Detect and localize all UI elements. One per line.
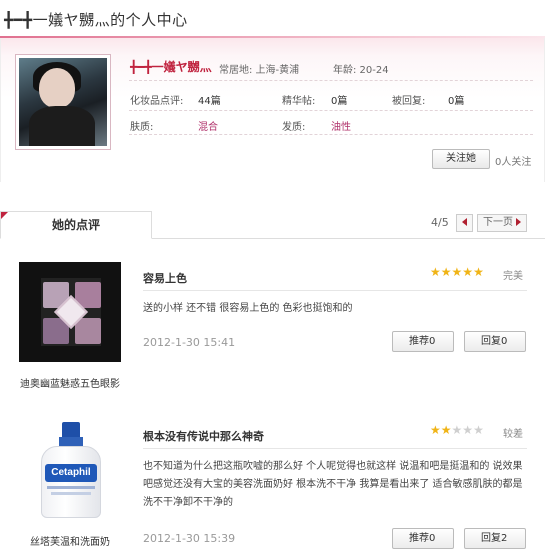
reply-button[interactable]: 回复2 xyxy=(464,528,526,549)
stat-featured-value: 0篇 xyxy=(331,96,348,107)
divider xyxy=(129,134,533,135)
star-icon: ★ xyxy=(440,265,452,279)
star-icon: ★ xyxy=(451,265,463,279)
reviews-tabbar: 她的点评 4/5 下一页 xyxy=(0,211,545,239)
star-empty-icon: ★ xyxy=(451,423,463,437)
tab-her-reviews[interactable]: 她的点评 xyxy=(0,211,152,239)
star-empty-icon: ★ xyxy=(473,423,484,437)
pager-indicator: 4/5 xyxy=(431,216,449,229)
review-date: 2012-1-30 15:41 xyxy=(143,336,236,349)
product-image[interactable] xyxy=(19,262,121,362)
pager-next-label: 下一页 xyxy=(483,217,513,228)
avatar-image xyxy=(19,58,107,146)
divider xyxy=(129,110,533,111)
review-title[interactable]: 根本没有传说中那么神奇 xyxy=(143,428,264,444)
review-text: 送的小样 还不错 很容易上色的 色彩也挺饱和的 xyxy=(143,303,353,314)
review-text: 也不知道为什么把这瓶吹嘘的那么好 个人呢觉得也就这样 说温和吧是挺温和的 说效果… xyxy=(143,461,523,508)
brand-label: Cetaphil xyxy=(45,464,97,482)
hair-label: 发质: xyxy=(282,122,306,133)
divider xyxy=(143,448,527,449)
triangle-left-icon xyxy=(462,218,467,226)
rating-stars: ★★★★★ xyxy=(430,423,484,437)
review-title[interactable]: 容易上色 xyxy=(143,270,187,286)
rating-stars: ★★★★★ xyxy=(430,265,484,279)
star-icon: ★ xyxy=(473,265,484,279)
product-name-link[interactable]: 丝塔芙温和洗面奶 xyxy=(5,533,135,548)
profile-panel: ╋━╋一嬟ヤ嬲灬 常居地: 上海-黄浦 年龄: 20-24 化妆品点评: 44篇… xyxy=(0,38,545,182)
star-icon: ★ xyxy=(430,265,441,279)
stat-featured-label: 精华帖: xyxy=(282,96,316,107)
star-empty-icon: ★ xyxy=(462,423,474,437)
review-date: 2012-1-30 15:39 xyxy=(143,532,236,545)
star-icon: ★ xyxy=(440,423,452,437)
product-name-link[interactable]: 迪奥幽蓝魅惑五色眼影 xyxy=(5,375,135,390)
rating-word: 完美 xyxy=(503,271,523,282)
follow-count: 0人关注 xyxy=(495,157,532,168)
recommend-button[interactable]: 推荐0 xyxy=(392,528,454,549)
tab-corner-mark xyxy=(1,212,8,219)
follow-button[interactable]: 关注她 xyxy=(432,149,490,169)
hair-value[interactable]: 油性 xyxy=(331,118,351,133)
divider xyxy=(143,290,527,291)
pager-prev-button[interactable] xyxy=(456,214,473,232)
star-icon: ★ xyxy=(430,423,441,437)
skin-label: 肤质: xyxy=(130,122,154,133)
profile-age: 年龄: 20-24 xyxy=(333,65,389,76)
page-header: ╋━╋一嬟ヤ嬲灬的个人中心 xyxy=(0,0,545,38)
skin-value[interactable]: 混合 xyxy=(198,118,218,133)
stat-replied-value: 0篇 xyxy=(448,96,465,107)
stat-reviews-label: 化妆品点评: xyxy=(130,96,184,107)
pager-next-button[interactable]: 下一页 xyxy=(477,214,527,232)
review-item: 迪奥幽蓝魅惑五色眼影 容易上色 ★★★★★ 完美 送的小样 还不错 很容易上色的… xyxy=(0,262,545,390)
triangle-right-icon xyxy=(516,218,521,226)
product-image[interactable]: Cetaphil xyxy=(19,420,121,520)
stat-replied-label: 被回复: xyxy=(392,96,426,107)
stat-reviews-value: 44篇 xyxy=(198,96,221,107)
recommend-button[interactable]: 推荐0 xyxy=(392,331,454,352)
page-title: ╋━╋一嬟ヤ嬲灬的个人中心 xyxy=(4,11,188,29)
reply-button[interactable]: 回复0 xyxy=(464,331,526,352)
review-item: Cetaphil 丝塔芙温和洗面奶 根本没有传说中那么神奇 ★★★★★ 较差 也… xyxy=(0,420,545,549)
profile-location: 常居地: 上海-黄浦 xyxy=(219,65,300,76)
star-icon: ★ xyxy=(462,265,474,279)
divider xyxy=(129,80,533,81)
tab-label: 她的点评 xyxy=(51,218,100,232)
profile-username[interactable]: ╋━╋一嬟ヤ嬲灬 xyxy=(130,58,212,75)
rating-word: 较差 xyxy=(503,429,523,440)
avatar[interactable] xyxy=(15,54,111,150)
